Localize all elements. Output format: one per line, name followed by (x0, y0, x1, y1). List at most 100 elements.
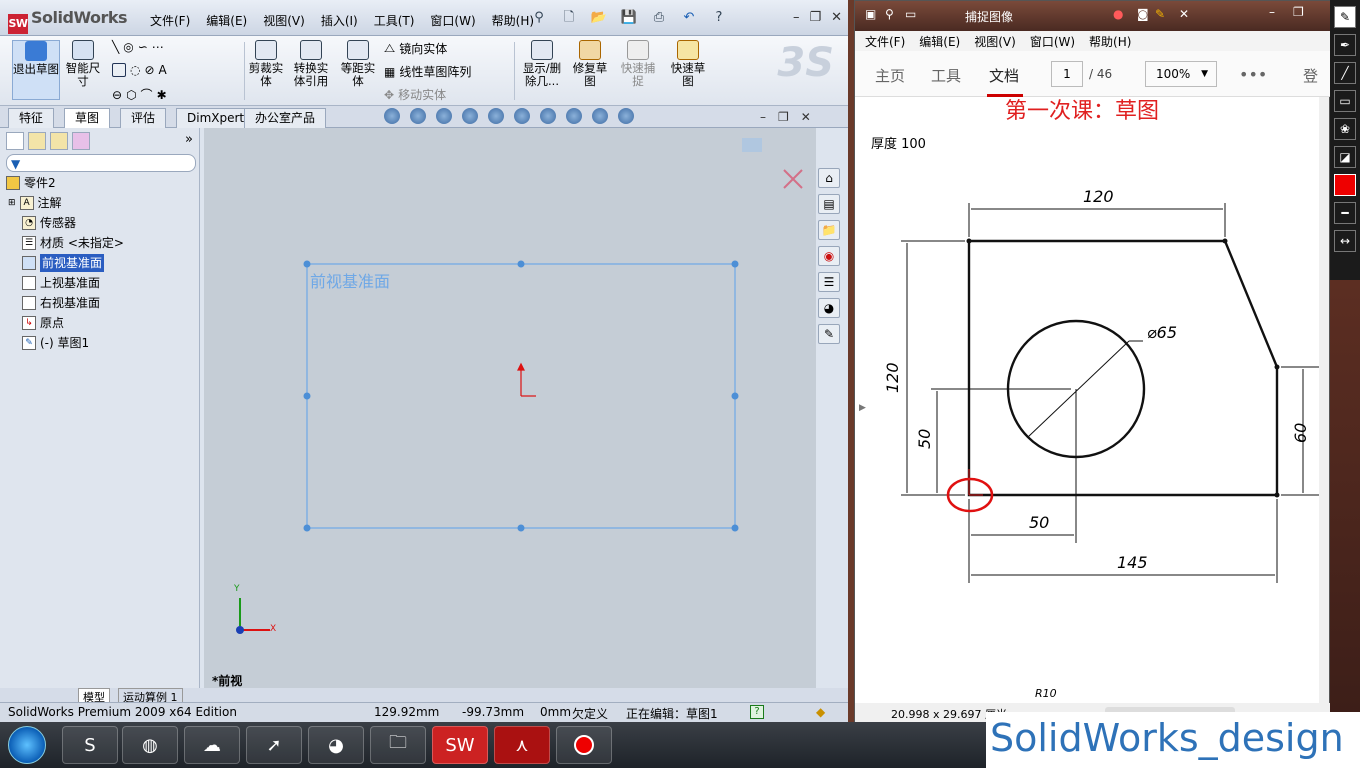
zoom-to-fit-icon[interactable] (384, 108, 400, 124)
line-icon[interactable]: ╲ (112, 40, 119, 54)
tag-icon[interactable]: ◆ (816, 705, 825, 719)
acrobat-menu-window[interactable]: 窗口(W) (1030, 33, 1075, 49)
sogou-icon[interactable]: S (62, 726, 118, 764)
convert-entities-button[interactable]: 转换实体引用 (290, 40, 332, 88)
pen-icon[interactable]: ✎ (1155, 7, 1165, 21)
graphics-area[interactable]: 前视基准面 Y X *前视 (204, 128, 816, 688)
acrobat-tab-tools[interactable]: 工具 (931, 65, 961, 86)
acrobat-menu-file[interactable]: 文件(F) (865, 33, 905, 49)
vertical-scrollbar[interactable] (1319, 97, 1329, 703)
line-tool-icon[interactable]: ╱ (1334, 62, 1356, 84)
menu-insert[interactable]: 插入(I) (321, 12, 358, 29)
restore-icon[interactable]: ❐ (809, 10, 821, 25)
stroke-width-icon[interactable]: ━ (1334, 202, 1356, 224)
trim-entities-button[interactable]: 剪裁实体 (248, 40, 284, 88)
tree-item-material[interactable]: ☰ 材质 <未指定> (22, 234, 124, 252)
quick-snaps-button[interactable]: 快速捕捉 (616, 40, 660, 88)
tree-item-front-plane[interactable]: 前视基准面 (22, 254, 105, 272)
view-orientation-icon[interactable] (488, 108, 504, 124)
circle-icon[interactable]: ◎ (123, 40, 133, 54)
pin-icon[interactable]: ⚲ (530, 9, 548, 27)
magnifier-icon[interactable]: ⚲ (885, 7, 894, 21)
acrobat-menu-edit[interactable]: 编辑(E) (919, 33, 960, 49)
print-icon[interactable]: ⎙ (650, 9, 668, 27)
exit-sketch-button[interactable]: 退出草图 (12, 40, 60, 100)
featuremanager-tab-icon[interactable] (6, 132, 24, 150)
file-explorer-icon[interactable]: 🗀 (370, 726, 426, 764)
menu-file[interactable]: 文件(F) (150, 12, 190, 29)
help-status-icon[interactable]: ? (750, 705, 764, 719)
polygon-icon[interactable]: ◌ (130, 63, 140, 77)
tab-features[interactable]: 特征 (8, 108, 55, 128)
acrobat-taskbar-icon[interactable]: ⋏ (494, 726, 550, 764)
login-button[interactable]: 登 (1303, 65, 1318, 86)
more-options-icon[interactable]: ••• (1239, 65, 1267, 84)
expand-plus-icon[interactable]: ⊞ (8, 194, 16, 212)
home-icon[interactable]: ⌂ (818, 168, 840, 188)
zoom-area-icon[interactable] (410, 108, 426, 124)
point-grid-icon[interactable]: ⋯ (152, 40, 164, 54)
previous-view-icon[interactable] (436, 108, 452, 124)
section-view-icon[interactable] (462, 108, 478, 124)
toolbox-icon[interactable]: ◉ (818, 246, 840, 266)
view-settings-icon[interactable] (618, 108, 634, 124)
camera-icon[interactable]: ▣ (865, 7, 876, 21)
nav-left-arrow-icon[interactable]: ▶ (859, 403, 866, 413)
acrobat-minimize-icon[interactable]: – (1269, 5, 1275, 19)
close-icon[interactable]: ✕ (831, 10, 842, 25)
doc-minimize-icon[interactable]: – (760, 110, 766, 124)
smart-dimension-button[interactable]: 智能尺寸 (62, 40, 104, 88)
edit-appearance-icon[interactable] (566, 108, 582, 124)
tree-item-sketch1[interactable]: ✎ (-) 草图1 (22, 334, 89, 352)
move-entities-button[interactable]: ✥ 移动实体 (384, 86, 446, 103)
expand-chevron-icon[interactable]: » (185, 132, 193, 148)
rectangle-icon[interactable] (112, 63, 126, 77)
acrobat-menu-help[interactable]: 帮助(H) (1089, 33, 1131, 49)
menu-window[interactable]: 窗口(W) (430, 12, 475, 29)
open-file-icon[interactable]: 📂 (590, 9, 608, 27)
start-button-icon[interactable] (8, 726, 46, 764)
doc-close-icon[interactable]: ✕ (801, 110, 811, 124)
view-palette-icon[interactable]: ☰ (818, 272, 840, 292)
mirror-entities-button[interactable]: ⧍ 镜向实体 (384, 40, 447, 57)
record-icon[interactable]: ● (1113, 7, 1123, 21)
capture-close-icon[interactable]: ✕ (1179, 7, 1189, 21)
resources-icon[interactable]: ▤ (818, 194, 840, 214)
configurationmanager-tab-icon[interactable] (50, 132, 68, 150)
tab-office-products[interactable]: 办公室产品 (244, 108, 327, 128)
custom-properties-icon[interactable]: ✎ (818, 324, 840, 344)
linear-pattern-button[interactable]: ▦ 线性草图阵列 (384, 63, 471, 80)
repair-sketch-button[interactable]: 修复草图 (570, 40, 610, 88)
apply-scene-icon[interactable] (592, 108, 608, 124)
rapid-sketch-button[interactable]: 快速草图 (666, 40, 710, 88)
menu-help[interactable]: 帮助(H) (492, 12, 534, 29)
acrobat-restore-icon[interactable]: ❐ (1293, 5, 1304, 19)
rectangle-tool-icon[interactable]: ▭ (1334, 90, 1356, 112)
display-style-icon[interactable] (514, 108, 530, 124)
appearances-icon[interactable]: ◕ (818, 298, 840, 318)
menu-edit[interactable]: 编辑(E) (206, 12, 247, 29)
tree-item-top-plane[interactable]: 上视基准面 (22, 274, 100, 292)
recorder-icon[interactable] (556, 726, 612, 764)
tree-root-part[interactable]: 零件2 (6, 174, 56, 192)
hexagon-icon[interactable]: ⬡ (126, 88, 136, 102)
tab-evaluate[interactable]: 评估 (120, 108, 167, 128)
slot-icon[interactable]: ⊖ (112, 88, 122, 102)
color-wheel-icon[interactable]: ◍ (122, 726, 178, 764)
ellipse-icon[interactable]: ⊘ (144, 63, 154, 77)
snapshot-icon[interactable]: ◙ (1137, 7, 1149, 21)
propertymanager-tab-icon[interactable] (28, 132, 46, 150)
tree-item-annotations[interactable]: ⊞ A 注解 (8, 194, 62, 212)
cancel-sketch-icon[interactable] (783, 169, 803, 189)
hide-show-icon[interactable] (540, 108, 556, 124)
offset-entities-button[interactable]: 等距实体 (338, 40, 378, 88)
tab-sketch[interactable]: 草图 (64, 108, 111, 128)
tree-filter-input[interactable]: ▼ (6, 154, 196, 172)
spline-icon[interactable]: ∽ (138, 40, 148, 54)
menu-tools[interactable]: 工具(T) (374, 12, 415, 29)
fillet-icon[interactable]: ⌒ (141, 86, 153, 103)
qq-icon[interactable]: ◕ (308, 726, 364, 764)
new-file-icon[interactable]: 🗋 (560, 9, 578, 27)
sketch-point-icon[interactable]: ✱ (157, 88, 167, 102)
acrobat-tab-document[interactable]: 文档 (989, 65, 1019, 86)
